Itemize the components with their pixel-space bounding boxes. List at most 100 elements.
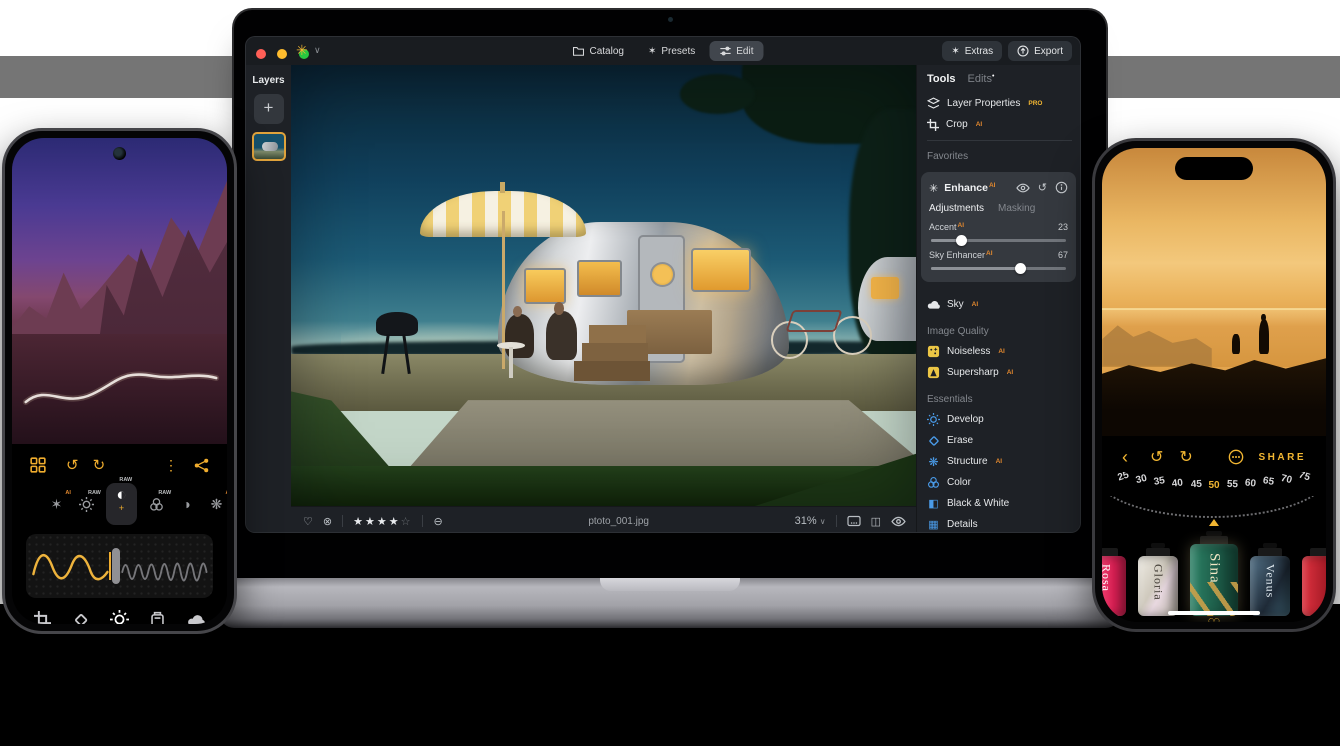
layer-thumbnail[interactable]: [252, 132, 286, 161]
minimize-button[interactable]: [277, 49, 287, 59]
presets-icon: ✶: [648, 46, 656, 57]
enhance-title[interactable]: EnhanceAI: [944, 182, 995, 194]
tab-adjustments[interactable]: Adjustments: [929, 203, 984, 214]
color-wheels-icon: [149, 497, 164, 512]
enhance-card: ✳ EnhanceAI ↺ Adjustments Masking Accent…: [921, 172, 1076, 282]
layers-icon: [927, 97, 940, 110]
tool-details[interactable]: ▦ Details: [927, 514, 1072, 532]
undo-icon[interactable]: ↺: [1150, 447, 1163, 467]
tool-supersharp[interactable]: SupersharpAI: [927, 362, 1072, 383]
tab-edit[interactable]: Edit: [709, 41, 763, 61]
folder-icon: [573, 45, 585, 57]
reject-icon[interactable]: ⊗: [323, 515, 332, 528]
grid-icon[interactable]: [30, 457, 46, 473]
preview-eye-icon[interactable]: [891, 514, 906, 529]
status-bar: ♡ ⊗ ★★★★☆ ⊖ ptoto_001.jpg 31% ∨ ◫: [291, 506, 918, 533]
favorite-heart-icon[interactable]: ♡: [303, 515, 313, 528]
more-menu-icon[interactable]: ⋮: [164, 457, 178, 474]
right-phone-photo[interactable]: [1102, 148, 1326, 436]
tab-catalog[interactable]: Catalog: [563, 41, 634, 61]
undo-icon[interactable]: ↺: [66, 456, 79, 474]
redo-icon[interactable]: ↻: [93, 456, 106, 474]
tab-edits[interactable]: Edits•: [968, 73, 995, 85]
film-red[interactable]: [1302, 548, 1326, 616]
compare-icon[interactable]: ◫: [871, 515, 881, 528]
visibility-eye-icon[interactable]: [1016, 181, 1030, 195]
extras-button[interactable]: ✶ Extras: [942, 41, 1002, 61]
tool-color[interactable]: RAW: [146, 496, 167, 513]
image-quality-header: Image Quality: [927, 321, 1072, 341]
export-button[interactable]: Export: [1008, 41, 1072, 61]
left-phone-toolbar: [12, 598, 227, 624]
dial-values[interactable]: 2530354045505560657075: [1118, 480, 1310, 491]
tool-crop[interactable]: CropAI: [927, 114, 1072, 135]
supersharp-icon: [927, 366, 940, 379]
favorite-heart-icon[interactable]: ♡: [1207, 616, 1220, 622]
tab-tools[interactable]: Tools: [927, 73, 956, 85]
dial-selected-value: 50: [1208, 480, 1219, 491]
details-icon: ▦: [927, 518, 940, 531]
intensity-dial[interactable]: 2530354045505560657075: [1102, 472, 1326, 528]
tool-layer-properties[interactable]: Layer PropertiesPRO: [927, 93, 1072, 114]
left-phone-photo[interactable]: [12, 138, 227, 444]
share-button[interactable]: SHARE: [1258, 452, 1306, 463]
add-layer-button[interactable]: +: [254, 94, 284, 124]
tool-structure[interactable]: ❋ StructureAI: [927, 451, 1072, 472]
more-circle-icon[interactable]: [1228, 449, 1244, 465]
tool-color[interactable]: Color: [927, 472, 1072, 493]
tool-grain[interactable]: ❋AI: [206, 496, 227, 513]
home-indicator[interactable]: [1168, 611, 1260, 615]
front-camera: [113, 147, 126, 160]
close-button[interactable]: [256, 49, 266, 59]
tool-light-selected[interactable]: RAW◐+: [106, 483, 137, 525]
luminar-logo-icon[interactable]: ✳: [296, 42, 308, 59]
tool-mono[interactable]: ◑: [176, 496, 197, 512]
layers-panel: Layers +: [246, 65, 291, 532]
tool-erase[interactable]: Erase: [927, 430, 1072, 451]
back-chevron-icon[interactable]: ‹: [1122, 451, 1128, 463]
flag-icon[interactable]: ⊖: [433, 515, 442, 528]
favorites-header: Favorites: [927, 146, 1072, 166]
sky-enhancer-slider-knob[interactable]: [1015, 263, 1026, 274]
tool-black-white[interactable]: ◧ Black & White: [927, 493, 1072, 514]
export-icon: [1017, 45, 1029, 57]
tool-enhance[interactable]: ✶AI: [46, 496, 67, 513]
structure-icon: ❋: [927, 455, 940, 469]
sky-icon[interactable]: [187, 611, 205, 625]
enhance-icon: ✳: [929, 182, 938, 195]
window-titlebar: ✳ ∨ Catalog ✶ Presets Edit ✶: [246, 37, 1080, 66]
rp-person-2: [1259, 319, 1269, 354]
zoom-level[interactable]: 31% ∨: [795, 515, 826, 527]
chevron-down-icon[interactable]: ∨: [314, 45, 321, 56]
reset-undo-icon[interactable]: ↺: [1038, 181, 1047, 195]
crop-icon[interactable]: [34, 611, 51, 624]
screen-mode-icon[interactable]: [847, 514, 861, 528]
tool-sky[interactable]: SkyAI: [927, 294, 1072, 315]
star-rating[interactable]: ★★★★☆: [353, 515, 412, 528]
titlebar-actions: ✶ Extras Export: [942, 41, 1072, 61]
film-gloria[interactable]: Gloria: [1138, 543, 1178, 616]
curve-scrubber[interactable]: [26, 534, 213, 598]
eraser-icon[interactable]: [72, 611, 89, 624]
tool-noiseless[interactable]: NoiselessAI: [927, 341, 1072, 362]
tool-develop[interactable]: RAW: [76, 496, 97, 513]
film-rosa[interactable]: Rosa: [1102, 548, 1126, 616]
tab-presets[interactable]: ✶ Presets: [638, 41, 705, 61]
share-icon[interactable]: [194, 458, 209, 473]
scrubber-handle[interactable]: [112, 548, 120, 584]
film-venus[interactable]: Venus: [1250, 543, 1290, 616]
tool-develop[interactable]: Develop: [927, 409, 1072, 430]
film-sina-selected[interactable]: Sina: [1190, 531, 1238, 616]
light-icon[interactable]: [110, 610, 129, 624]
tab-masking[interactable]: Masking: [998, 203, 1035, 214]
accent-slider[interactable]: [931, 239, 1066, 242]
right-phone: ‹ ↺ ↻ SHARE 2530354045505560657075: [1092, 138, 1336, 632]
laptop-base: [220, 578, 1120, 628]
info-icon[interactable]: [1055, 181, 1068, 194]
accent-slider-knob[interactable]: [956, 235, 967, 246]
sky-enhancer-slider[interactable]: [931, 267, 1066, 270]
left-phone: ↺ ↻ ⋮ ✶AI RAW RAW◐+ RAW ◑ ❋AI: [2, 128, 237, 634]
photo-canvas[interactable]: [291, 65, 918, 506]
filters-icon[interactable]: [149, 611, 166, 624]
redo-icon[interactable]: ↻: [1179, 447, 1192, 467]
